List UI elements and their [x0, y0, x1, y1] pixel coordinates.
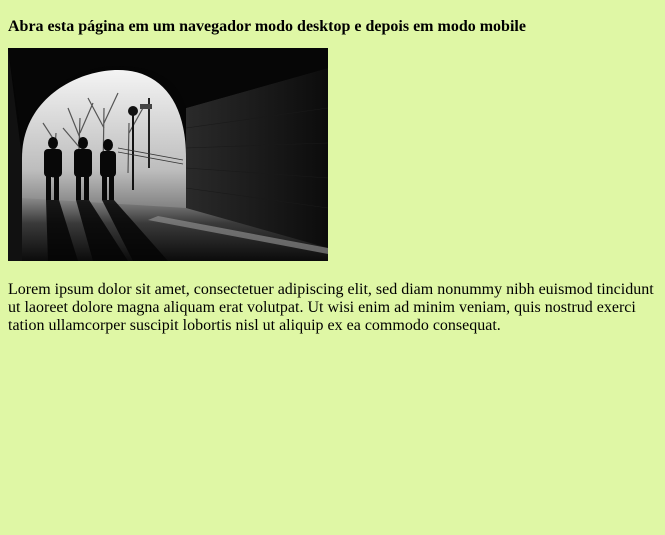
- page-content: Abra esta página em um navegador modo de…: [0, 0, 665, 343]
- tunnel-photo: [8, 48, 328, 261]
- lorem-paragraph: Lorem ipsum dolor sit amet, consectetuer…: [8, 281, 654, 334]
- page-heading: Abra esta página em um navegador modo de…: [8, 18, 526, 35]
